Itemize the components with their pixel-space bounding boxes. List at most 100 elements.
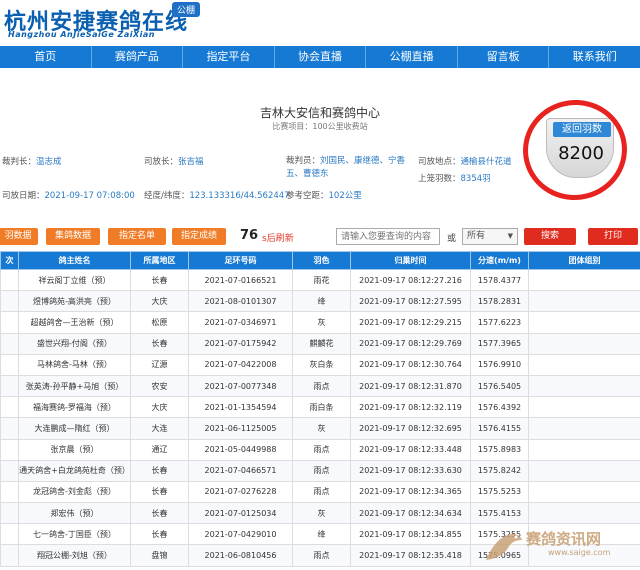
referees-info: 裁判员：刘国民、康继德、宁香五、曹德东 bbox=[286, 156, 406, 179]
cell-arrival: 2021-09-17 08:12:31.870 bbox=[350, 374, 471, 398]
toolbar: 羽数据 集鸽数据 指定名单 指定成绩 76 s后刷新 或 所有 ▼ 搜索 打印 bbox=[0, 228, 640, 248]
col-color[interactable]: 羽色 bbox=[292, 251, 351, 270]
site-header: 杭州安捷赛鸽在线 Hangzhou AnJieSaiGe ZaiXian 公棚 bbox=[0, 0, 640, 46]
col-group[interactable]: 团体组别 bbox=[528, 251, 640, 270]
col-arrival[interactable]: 归巢时间 bbox=[350, 251, 471, 270]
cell-speed: 1575.8242 bbox=[470, 459, 529, 482]
cell-region: 农安 bbox=[130, 374, 189, 398]
cell-region: 大连 bbox=[130, 417, 189, 440]
cell-rank bbox=[0, 290, 19, 313]
results-table-grid: 次 鸽主姓名 所属地区 足环号码 羽色 归巢时间 分速(m/m) 团体组别 祥云… bbox=[0, 251, 640, 567]
table-row[interactable]: 龙冠鸽舍-刘金彪（预） 长春 2021-07-0276228 雨点 2021-09-17… bbox=[0, 480, 640, 504]
nav-item-message-board[interactable]: 留言板 bbox=[456, 46, 549, 68]
table-row[interactable]: 张京晨（预） 通辽 2021-05-0449988 雨点 2021-09-17 08:1… bbox=[0, 438, 640, 461]
cell-speed: 1576.4155 bbox=[470, 417, 529, 440]
cell-owner: 七一鸽舍-丁国臣（预） bbox=[18, 523, 131, 546]
col-owner[interactable]: 鸽主姓名 bbox=[18, 251, 131, 270]
filter-select[interactable]: 所有 ▼ bbox=[462, 228, 518, 245]
nav-item-association-live[interactable]: 协会直播 bbox=[273, 46, 366, 68]
table-row[interactable]: 大连鹏成—隋红（预） 大连 2021-06-1125005 灰 2021-09-17 0… bbox=[0, 417, 640, 440]
cell-color: 雨点 bbox=[292, 480, 351, 504]
cell-owner: 张英涛-孙平静+马旭（预） bbox=[18, 374, 131, 398]
cell-color: 雨点 bbox=[292, 374, 351, 398]
cell-arrival: 2021-09-17 08:12:29.769 bbox=[350, 332, 471, 355]
cell-color: 灰 bbox=[292, 502, 351, 525]
cell-speed: 1577.3965 bbox=[470, 332, 529, 355]
table-row[interactable]: 煜博鸽苑-高洪亮（预） 大庆 2021-08-0101307 绛 2021-09-17 … bbox=[0, 290, 640, 313]
table-row[interactable]: 张英涛-孙平静+马旭（预） 农安 2021-07-0077348 雨点 2021-09-… bbox=[0, 374, 640, 398]
cell-group bbox=[528, 502, 640, 525]
coords-info: 经度/纬度：123.133316/44.562447 bbox=[144, 191, 290, 201]
table-row[interactable]: 超越鸽舍—王治新（预） 松原 2021-07-0346971 灰 2021-09-17 … bbox=[0, 311, 640, 334]
nav-item-products[interactable]: 赛鸽产品 bbox=[90, 46, 183, 68]
print-button[interactable]: 打印 bbox=[588, 228, 638, 245]
refresh-label: s后刷新 bbox=[262, 234, 294, 244]
cell-owner: 超越鸽舍—王治新（预） bbox=[18, 311, 131, 334]
cell-arrival: 2021-09-17 08:12:32.119 bbox=[350, 396, 471, 419]
cell-group bbox=[528, 417, 640, 440]
designated-list-button[interactable]: 指定名单 bbox=[108, 228, 166, 245]
cell-speed: 1576.9910 bbox=[470, 353, 529, 376]
col-rank[interactable]: 次 bbox=[0, 251, 19, 270]
table-row[interactable]: 盛世兴翔-付阁（预） 长春 2021-07-0175942 麒麟花 2021-09-17… bbox=[0, 332, 640, 355]
site-logo-subtitle: Hangzhou AnJieSaiGe ZaiXian bbox=[8, 30, 155, 39]
search-input[interactable] bbox=[336, 228, 440, 245]
cell-rank bbox=[0, 502, 19, 525]
table-row[interactable]: 福海赛鸽-罗福海（预） 大庆 2021-01-1354594 雨白条 2021-09-1… bbox=[0, 396, 640, 419]
col-speed[interactable]: 分速(m/m) bbox=[470, 251, 529, 270]
cell-speed: 1576.4392 bbox=[470, 396, 529, 419]
cell-ring: 2021-07-0422008 bbox=[188, 353, 293, 376]
ref-distance-info: 参考空距：102公里 bbox=[286, 191, 362, 201]
cell-color: 麒麟花 bbox=[292, 332, 351, 355]
cell-color: 灰白条 bbox=[292, 353, 351, 376]
cell-group bbox=[528, 438, 640, 461]
nav-item-loft-live[interactable]: 公棚直播 bbox=[365, 46, 457, 68]
table-row[interactable]: 郑宏伟（预） 长春 2021-07-0125034 灰 2021-09-17 08:12… bbox=[0, 502, 640, 525]
or-label: 或 bbox=[447, 234, 457, 244]
nav-item-home[interactable]: 首页 bbox=[0, 46, 91, 68]
watermark-url: www.saige.com bbox=[548, 548, 611, 557]
cell-rank bbox=[0, 438, 19, 461]
col-ring[interactable]: 足环号码 bbox=[188, 251, 293, 270]
cell-owner: 煜博鸽苑-高洪亮（预） bbox=[18, 290, 131, 313]
table-row[interactable]: 通天鸽舍+白龙鸽苑杜奇（预） 长春 2021-07-0466571 雨点 2021-09… bbox=[0, 459, 640, 482]
search-button[interactable]: 搜索 bbox=[524, 228, 576, 245]
cell-group bbox=[528, 396, 640, 419]
col-region[interactable]: 所属地区 bbox=[130, 251, 189, 270]
cell-rank bbox=[0, 311, 19, 334]
release-date-info: 司放日期：2021-09-17 07:08:00 bbox=[2, 191, 135, 201]
designated-results-button[interactable]: 指定成绩 bbox=[172, 228, 226, 245]
table-row[interactable]: 马林鸽舍-马林（预） 辽源 2021-07-0422008 灰白条 2021-09-17… bbox=[0, 353, 640, 376]
cell-color: 雨点 bbox=[292, 459, 351, 482]
loft-count-info: 上笼羽数：8354羽 bbox=[418, 174, 491, 184]
main-nav: 首页 赛鸽产品 指定平台 协会直播 公棚直播 留言板 联系我们 bbox=[0, 46, 640, 68]
cell-color: 雨点 bbox=[292, 438, 351, 461]
cell-group bbox=[528, 353, 640, 376]
release-place-info: 司放地点：通榆县什花道 bbox=[418, 157, 512, 167]
table-row[interactable]: 祥云阁丁立维（预） 长春 2021-07-0166521 雨花 2021-09-17 0… bbox=[0, 268, 640, 292]
cell-group bbox=[528, 374, 640, 398]
cell-arrival: 2021-09-17 08:12:29.215 bbox=[350, 311, 471, 334]
cell-color: 雨白条 bbox=[292, 396, 351, 419]
cell-speed: 1578.4377 bbox=[470, 268, 529, 292]
cell-arrival: 2021-09-17 08:12:27.595 bbox=[350, 290, 471, 313]
cell-group bbox=[528, 332, 640, 355]
cell-region: 长春 bbox=[130, 523, 189, 546]
nav-item-contact[interactable]: 联系我们 bbox=[548, 46, 640, 68]
cell-rank bbox=[0, 417, 19, 440]
collection-data-button[interactable]: 集鸽数据 bbox=[46, 228, 100, 245]
cell-color: 绛 bbox=[292, 523, 351, 546]
cell-rank bbox=[0, 332, 19, 355]
cell-ring: 2021-07-0466571 bbox=[188, 459, 293, 482]
cell-group bbox=[528, 459, 640, 482]
cell-ring: 2021-06-1125005 bbox=[188, 417, 293, 440]
cell-region: 辽源 bbox=[130, 353, 189, 376]
cell-ring: 2021-07-0166521 bbox=[188, 268, 293, 292]
cell-arrival: 2021-09-17 08:12:34.365 bbox=[350, 480, 471, 504]
cell-region: 长春 bbox=[130, 502, 189, 525]
feather-data-button[interactable]: 羽数据 bbox=[0, 228, 38, 245]
cell-group bbox=[528, 268, 640, 292]
nav-item-platform[interactable]: 指定平台 bbox=[182, 46, 274, 68]
cell-ring: 2021-07-0429010 bbox=[188, 523, 293, 546]
cell-region: 大庆 bbox=[130, 396, 189, 419]
